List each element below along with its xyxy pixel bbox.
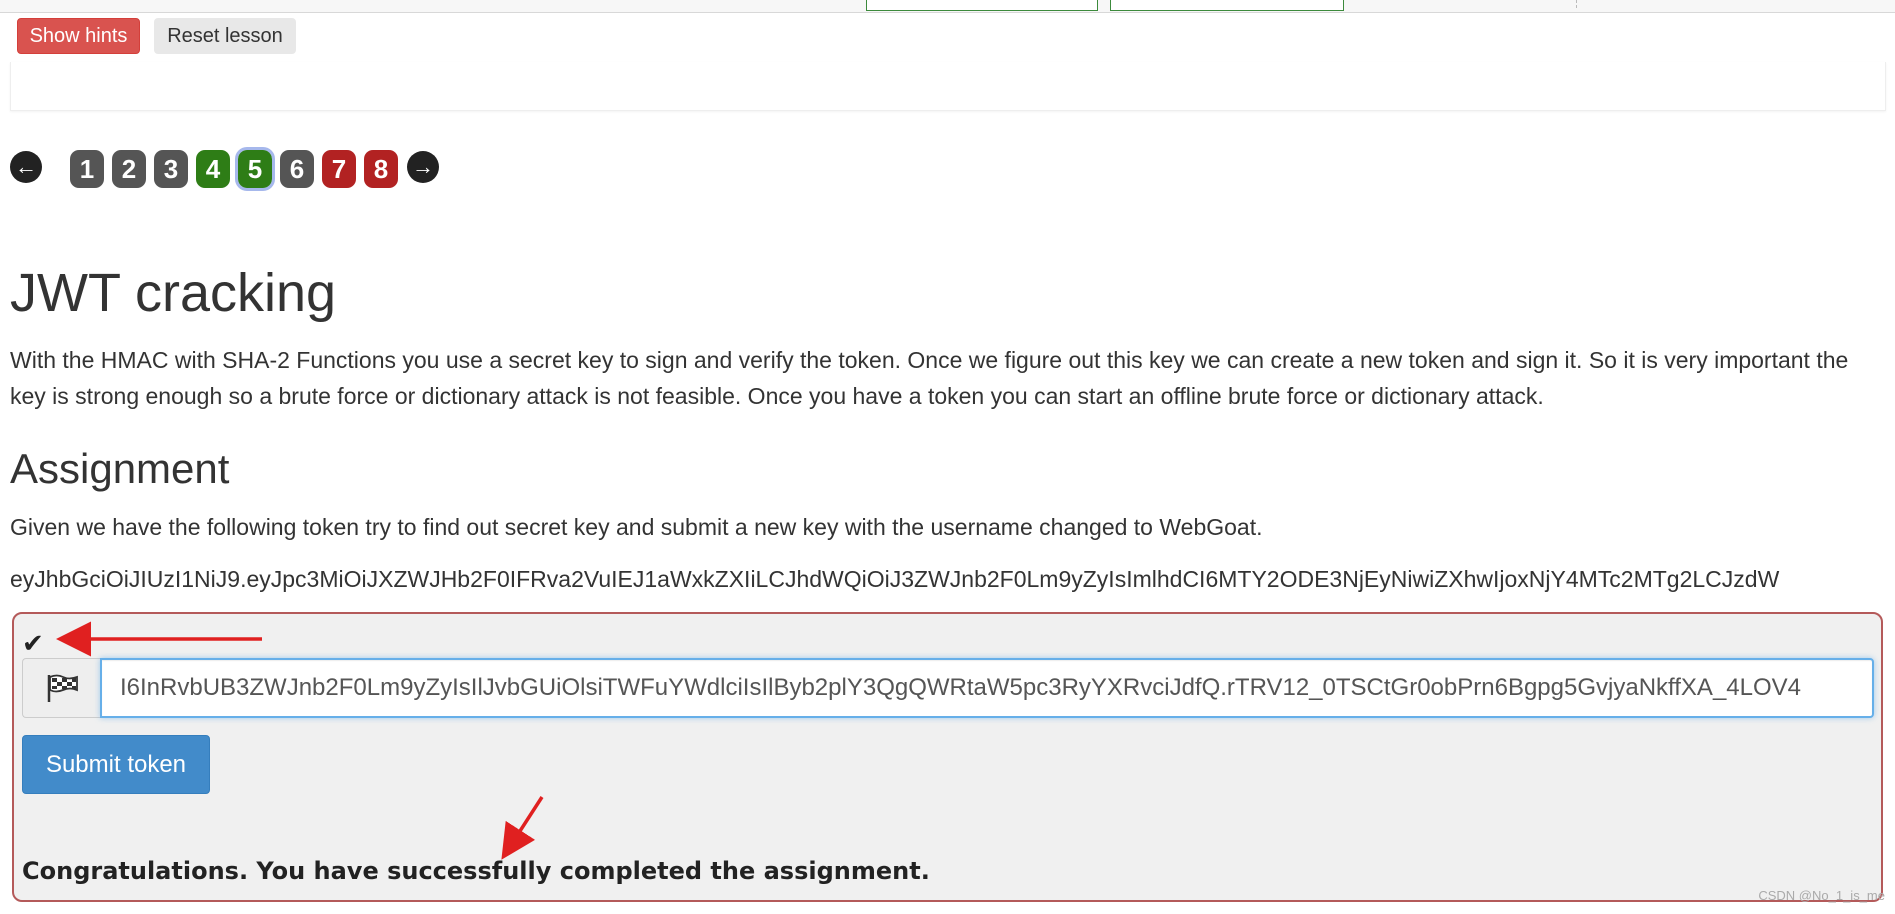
arrow-left-icon[interactable]: ←: [10, 151, 42, 183]
page-button-current[interactable]: 5: [235, 147, 275, 191]
flag-icon: [22, 658, 100, 718]
flag-icon-svg: [47, 674, 78, 702]
lesson-description: With the HMAC with SHA-2 Functions you u…: [10, 347, 1849, 409]
jwt-token-text: eyJhbGciOiJIUzI1NiJ9.eyJpc3MiOiJXZWJHb2F…: [10, 566, 1780, 592]
hint-panel: [10, 62, 1886, 111]
page-button[interactable]: 2: [112, 150, 146, 188]
page-button[interactable]: 4: [196, 150, 230, 188]
page-title: JWT cracking: [10, 263, 337, 323]
lesson-pagination: 1 2 3 4 5 6 7 8: [70, 147, 398, 191]
arrow-right-icon[interactable]: →: [407, 151, 439, 183]
watermark: CSDN @No_1_is_me: [1758, 888, 1885, 903]
top-divider: [1576, 0, 1578, 8]
page-button[interactable]: 7: [322, 150, 356, 188]
token-input[interactable]: [100, 658, 1874, 718]
page-button[interactable]: 8: [364, 150, 398, 188]
page-button[interactable]: 6: [280, 150, 314, 188]
success-message: Congratulations. You have successfully c…: [22, 857, 930, 885]
browser-top-strip: [0, 0, 1895, 13]
assignment-heading: Assignment: [10, 445, 230, 492]
token-input-group: [22, 658, 1874, 718]
top-tab-fragment: [866, 0, 1098, 11]
reset-lesson-button[interactable]: Reset lesson: [154, 18, 296, 54]
checkmark-icon: ✔: [22, 628, 44, 658]
show-hints-button[interactable]: Show hints: [17, 18, 140, 54]
assignment-text: Given we have the following token try to…: [10, 514, 1263, 540]
page-button[interactable]: 3: [154, 150, 188, 188]
top-tab-fragment: [1110, 0, 1344, 11]
submit-token-button[interactable]: Submit token: [22, 735, 210, 794]
page-button[interactable]: 1: [70, 150, 104, 188]
